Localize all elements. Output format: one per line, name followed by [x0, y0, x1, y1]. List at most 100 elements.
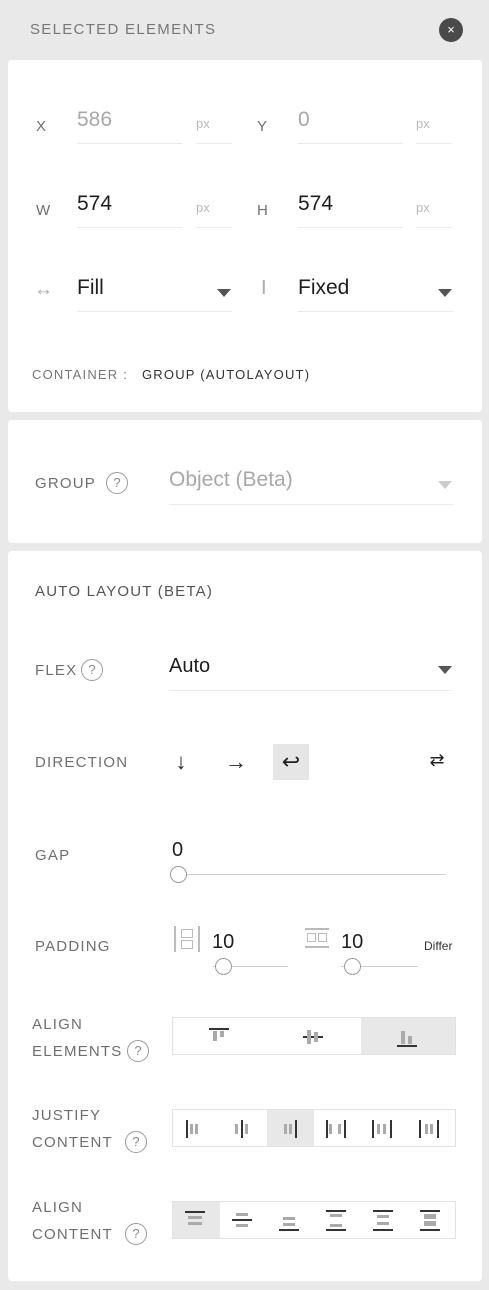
help-icon[interactable]: ?: [106, 472, 128, 494]
align-elements-center-button[interactable]: [267, 1018, 361, 1054]
justify-space-around-button[interactable]: [361, 1110, 408, 1146]
direction-wrap-button[interactable]: ↩: [273, 744, 309, 780]
w-input[interactable]: 574: [77, 192, 112, 216]
justify-start-icon: [173, 1110, 220, 1146]
w-unit: px: [196, 200, 210, 215]
horizontal-sizing-select[interactable]: Fill: [77, 276, 104, 300]
justify-space-around-icon: [361, 1110, 408, 1146]
align-top-icon: [173, 1018, 267, 1054]
padding-vertical-icon: [305, 928, 329, 948]
x-unit: px: [196, 116, 210, 131]
h-input[interactable]: 574: [298, 192, 333, 216]
w-unit-underline: [196, 227, 232, 228]
align-elements-label-2: ELEMENTS: [32, 1043, 123, 1060]
justify-end-button[interactable]: [267, 1110, 314, 1146]
y-input-underline: [298, 143, 403, 144]
justify-center-icon: [220, 1110, 267, 1146]
padding-mode-toggle[interactable]: Differ: [424, 939, 452, 953]
align-content-stretch-icon: [408, 1202, 455, 1238]
chevron-down-icon[interactable]: [438, 666, 452, 674]
flex-select-underline: [169, 690, 453, 691]
direction-horizontal-button[interactable]: →: [218, 744, 254, 780]
justify-space-between-button[interactable]: [314, 1110, 361, 1146]
align-content-end-button[interactable]: [267, 1202, 314, 1238]
align-content-space-between-button[interactable]: [314, 1202, 361, 1238]
autolayout-panel: AUTO LAYOUT (BETA) FLEX ? Auto DIRECTION…: [8, 551, 482, 1281]
align-content-center-button[interactable]: [220, 1202, 267, 1238]
gap-slider-knob[interactable]: [170, 866, 187, 883]
close-icon[interactable]: ×: [439, 18, 463, 42]
help-icon[interactable]: ?: [125, 1223, 147, 1245]
align-content-stretch-button[interactable]: [408, 1202, 455, 1238]
panel-title: SELECTED ELEMENTS: [30, 21, 217, 38]
vertical-sizing-select[interactable]: Fixed: [298, 276, 349, 300]
justify-label-1: JUSTIFY: [32, 1107, 102, 1124]
h-unit: px: [416, 200, 430, 215]
y-unit: px: [416, 116, 430, 131]
gap-slider-track[interactable]: [178, 874, 446, 875]
align-content-space-around-icon: [361, 1202, 408, 1238]
align-content-space-between-icon: [314, 1202, 361, 1238]
align-bottom-icon: [361, 1018, 455, 1054]
align-content-space-around-button[interactable]: [361, 1202, 408, 1238]
direction-reverse-button[interactable]: ⇄: [419, 742, 455, 778]
justify-space-between-icon: [314, 1110, 361, 1146]
justify-start-button[interactable]: [173, 1110, 220, 1146]
align-content-start-icon: [173, 1202, 220, 1238]
padding-vertical-knob[interactable]: [344, 958, 361, 975]
justify-space-evenly-icon: [408, 1110, 455, 1146]
align-center-icon: [267, 1018, 361, 1054]
padding-horizontal-icon: [174, 926, 200, 952]
container-value: GROUP (AUTOLAYOUT): [142, 367, 311, 382]
container-label: CONTAINER :: [32, 367, 129, 382]
padding-label: PADDING: [35, 938, 111, 955]
vertical-resize-icon: I: [261, 277, 268, 299]
justify-center-button[interactable]: [220, 1110, 267, 1146]
help-icon[interactable]: ?: [125, 1131, 147, 1153]
y-unit-underline: [416, 143, 452, 144]
flex-label: FLEX: [35, 662, 78, 679]
chevron-down-icon[interactable]: [438, 289, 452, 297]
align-content-label-1: ALIGN: [32, 1199, 84, 1216]
gap-value[interactable]: 0: [172, 839, 183, 862]
align-content-center-icon: [220, 1202, 267, 1238]
direction-label: DIRECTION: [35, 754, 129, 771]
x-input-underline: [77, 143, 182, 144]
align-content-group: [172, 1201, 456, 1239]
group-panel: GROUP ? Object (Beta): [8, 420, 482, 543]
group-label: GROUP: [35, 475, 97, 492]
help-icon[interactable]: ?: [127, 1040, 149, 1062]
w-label: W: [36, 202, 52, 219]
justify-space-evenly-button[interactable]: [408, 1110, 455, 1146]
chevron-down-icon[interactable]: [217, 289, 231, 297]
align-elements-end-button[interactable]: [361, 1018, 455, 1054]
y-input[interactable]: 0: [298, 108, 310, 132]
h-label: H: [257, 202, 270, 219]
align-content-start-button[interactable]: [173, 1202, 220, 1238]
x-label: X: [36, 118, 48, 135]
direction-vertical-button[interactable]: ↓: [163, 744, 199, 780]
justify-label-2: CONTENT: [32, 1134, 113, 1151]
hsize-underline: [77, 311, 232, 312]
chevron-down-icon[interactable]: [438, 481, 452, 489]
justify-end-icon: [267, 1110, 314, 1146]
group-select-underline: [169, 504, 453, 505]
padding-vertical-value[interactable]: 10: [341, 931, 363, 954]
align-elements-group: [172, 1017, 456, 1055]
x-input[interactable]: 586: [77, 108, 112, 132]
x-unit-underline: [196, 143, 232, 144]
padding-horizontal-value[interactable]: 10: [212, 931, 234, 954]
align-content-label-2: CONTENT: [32, 1226, 113, 1243]
group-select[interactable]: Object (Beta): [169, 468, 293, 492]
w-input-underline: [77, 227, 182, 228]
autolayout-title: AUTO LAYOUT (BETA): [35, 583, 214, 600]
align-elements-start-button[interactable]: [173, 1018, 267, 1054]
help-icon[interactable]: ?: [81, 659, 103, 681]
h-unit-underline: [416, 227, 452, 228]
flex-select[interactable]: Auto: [169, 655, 210, 678]
gap-label: GAP: [35, 847, 71, 864]
padding-horizontal-knob[interactable]: [215, 958, 232, 975]
justify-content-group: [172, 1109, 456, 1147]
geometry-panel: X 586 px Y 0 px W 574 px H 574 px ↔ Fill…: [8, 60, 482, 412]
y-label: Y: [257, 118, 269, 135]
